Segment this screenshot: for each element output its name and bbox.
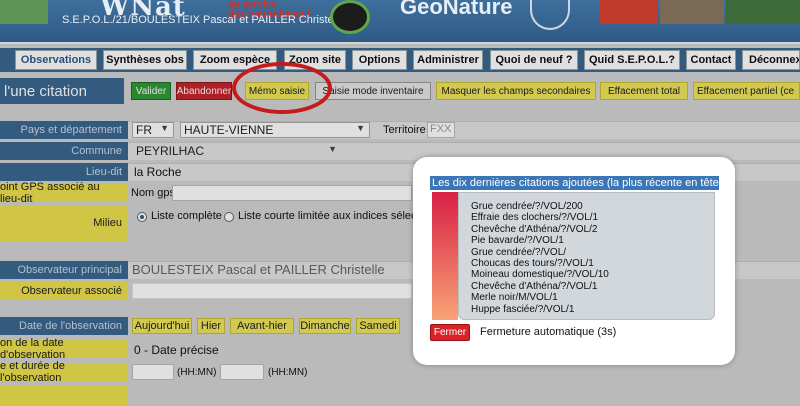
abandon-button[interactable]: Abandonner	[176, 82, 232, 100]
nav-observations[interactable]: Observations	[15, 50, 97, 70]
clear-all-button[interactable]: Effacement total	[600, 82, 688, 100]
milieu-full-radio[interactable]	[137, 212, 147, 222]
observateur-label: Observateur principal	[0, 261, 128, 279]
date-precision-value[interactable]: 0 - Date précise	[134, 343, 219, 357]
territoire-value: FXX	[430, 123, 452, 135]
bird-logo-icon	[330, 0, 370, 34]
geonature-brand: GeoNature	[400, 0, 513, 19]
site-logo	[0, 0, 48, 24]
close-button[interactable]: Fermer	[430, 324, 470, 341]
list-item[interactable]: Chevêche d'Athéna/?/VOL/1	[459, 281, 714, 292]
main-nav: Observations Synthèses obs Zoom espèce Z…	[0, 48, 800, 72]
commune-label: Commune	[0, 142, 128, 160]
list-item[interactable]: Chevêche d'Athéna/?/VOL/2	[459, 224, 714, 235]
nav-options[interactable]: Options	[352, 50, 407, 70]
clear-partial-button[interactable]: Effacement partiel (ce	[693, 82, 800, 100]
department-select[interactable]: HAUTE-VIENNE ▼	[180, 122, 370, 138]
lieudit-label: Lieu-dit	[0, 163, 128, 181]
list-item[interactable]: Grue cendrée/?/VOL/200	[459, 201, 714, 212]
duration-hint: (HH:MN)	[268, 367, 308, 378]
recency-heat-bar	[432, 192, 458, 320]
date-label: Date de l'observation	[0, 317, 128, 335]
commune-select[interactable]: PEYRILHAC ▼	[132, 143, 342, 159]
observateur-associe-field[interactable]	[132, 283, 412, 299]
list-item[interactable]: Choucas des tours/?/VOL/1	[459, 258, 714, 269]
gps-name-label: Nom gps	[131, 187, 176, 199]
nav-quoi-de-neuf[interactable]: Quoi de neuf ?	[490, 50, 578, 70]
banner-photo	[660, 0, 724, 24]
list-item[interactable]: Merle noir/M/VOL/1	[459, 292, 714, 303]
list-item[interactable]: Grue cendrée/?/VOL/	[459, 247, 714, 258]
author-line: S.E.P.O.L./21/BOULESTEIX Pascal et PAILL…	[62, 14, 345, 26]
lieudit-value[interactable]: la Roche	[134, 165, 181, 179]
list-item[interactable]: Moineau domestique/?/VOL/10	[459, 269, 714, 280]
date-precision-label: on de la date d'observation	[0, 337, 128, 361]
chevron-down-icon: ▼	[356, 123, 365, 133]
highlight-circle-annotation	[232, 62, 332, 114]
nav-contact[interactable]: Contact	[686, 50, 736, 70]
laurel-icon	[530, 0, 570, 30]
chevron-down-icon: ▼	[160, 123, 169, 133]
date-saturday-button[interactable]: Samedi	[356, 318, 400, 334]
duration-field[interactable]	[220, 364, 264, 380]
nav-deconnexion[interactable]: Déconnex	[742, 50, 800, 70]
milieu-full-label: Liste complète	[151, 210, 222, 222]
start-time-hint: (HH:MN)	[177, 367, 217, 378]
nav-quid-sepol[interactable]: Quid S.E.P.O.L.?	[584, 50, 680, 70]
commune-value: PEYRILHAC	[136, 144, 205, 158]
duree-label: e et durée de l'observation	[0, 360, 128, 384]
date-sunday-button[interactable]: Dimanche	[299, 318, 351, 334]
country-value: FR	[136, 123, 152, 137]
auto-close-label: Fermeture automatique (3s)	[480, 326, 617, 338]
observateur-associe-label: Observateur associé	[0, 282, 128, 300]
date-yesterday-button[interactable]: Hier	[197, 318, 225, 334]
modal-title: Les dix dernières citations ajoutées (la…	[430, 176, 719, 190]
chevron-down-icon: ▼	[328, 144, 337, 154]
gps-name-field[interactable]	[172, 185, 412, 201]
banner-photo	[726, 0, 800, 24]
list-item[interactable]: Effraie des clochers/?/VOL/1	[459, 212, 714, 223]
validate-button[interactable]: Valider	[131, 82, 171, 100]
nav-syntheses[interactable]: Synthèses obs	[103, 50, 187, 70]
department-value: HAUTE-VIENNE	[184, 123, 274, 137]
hide-secondary-fields-button[interactable]: Masquer les champs secondaires	[436, 82, 596, 100]
list-item[interactable]: Huppe fasciée/?/VOL/1	[459, 304, 714, 315]
territoire-label: Territoire	[383, 124, 426, 136]
pays-label: Pays et département	[0, 121, 128, 139]
start-time-field[interactable]	[132, 364, 174, 380]
milieu-short-radio[interactable]	[224, 212, 234, 222]
territoire-field[interactable]: FXX	[427, 122, 455, 138]
milieu-label: Milieu	[0, 205, 128, 241]
next-row-label	[0, 386, 128, 406]
banner-photo	[600, 0, 658, 24]
observateur-value: BOULESTEIX Pascal et PAILLER Christelle	[132, 262, 385, 277]
gps-label: oint GPS associé au lieu-dit	[0, 181, 128, 205]
country-select[interactable]: FR ▼	[132, 122, 174, 138]
inventory-mode-button[interactable]: Saisie mode inventaire	[315, 82, 431, 100]
list-item[interactable]: Pie bavarde/?/VOL/1	[459, 235, 714, 246]
header-banner: WNat au service des naturalistes ! S.E.P…	[0, 0, 800, 42]
date-day-before-button[interactable]: Avant-hier	[230, 318, 294, 334]
date-today-button[interactable]: Aujourd'hui	[132, 318, 192, 334]
recent-citations-modal: Les dix dernières citations ajoutées (la…	[413, 157, 735, 365]
recent-citations-list: Grue cendrée/?/VOL/200 Effraie des cloch…	[458, 192, 715, 320]
page-title: l'une citation	[0, 78, 124, 104]
nav-administrer[interactable]: Administrer	[413, 50, 483, 70]
milieu-short-label: Liste courte limitée aux indices sélecti…	[238, 210, 435, 222]
